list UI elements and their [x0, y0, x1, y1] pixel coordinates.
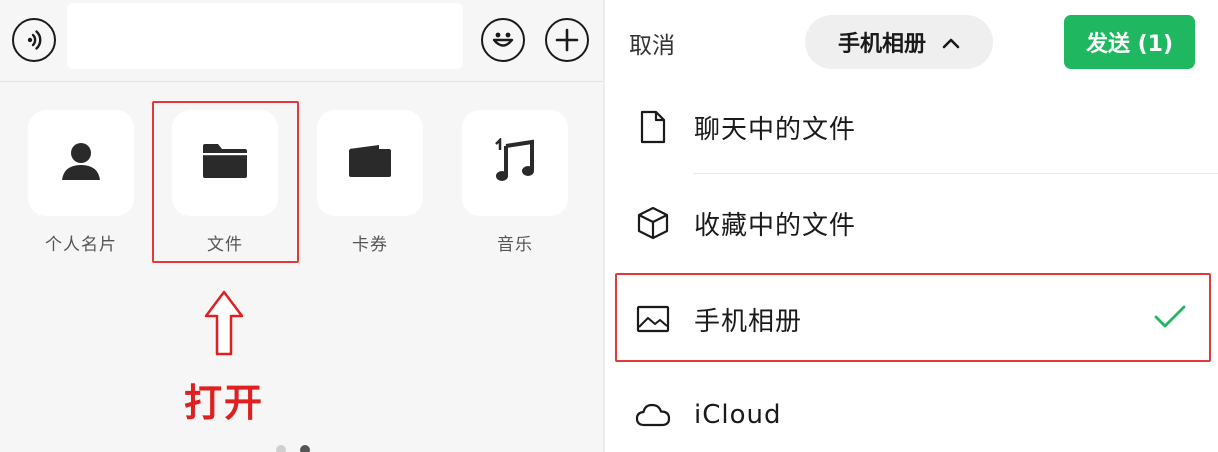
contact-card-label: 个人名片: [45, 235, 117, 255]
document-icon: [635, 109, 671, 145]
voice-button[interactable]: [12, 18, 56, 62]
page-dot[interactable]: [276, 445, 286, 452]
message-input[interactable]: [67, 3, 463, 69]
album-highlight-box: [615, 273, 1211, 362]
file-picker-panel: 取消 手机相册 发送 (1) 聊天中的文件 收藏中的文件 手机相册 iCloud: [605, 0, 1218, 452]
voice-icon: [21, 27, 47, 53]
cloud-icon: [635, 397, 671, 433]
option-icloud[interactable]: iCloud: [605, 370, 1218, 452]
row-divider: [694, 173, 1218, 174]
emoji-icon: [487, 24, 519, 56]
up-arrow-icon: [204, 290, 244, 360]
emoji-button[interactable]: [481, 18, 525, 62]
coupon-label: 卡券: [352, 235, 388, 255]
person-icon: [58, 138, 104, 188]
page-dot-active[interactable]: [300, 445, 310, 452]
plus-icon: [554, 27, 580, 53]
send-button[interactable]: 发送 (1): [1064, 15, 1195, 69]
music-label: 音乐: [497, 235, 533, 255]
chat-composer: [0, 0, 603, 82]
source-selector-label: 手机相册: [837, 32, 926, 57]
coupon-button[interactable]: [317, 110, 423, 216]
page-indicator: [276, 445, 310, 452]
option-label: 收藏中的文件: [694, 210, 857, 241]
option-chat-files[interactable]: 聊天中的文件: [605, 82, 1218, 172]
music-button[interactable]: [462, 110, 568, 216]
file-highlight-box: [152, 101, 299, 263]
cancel-button[interactable]: 取消: [629, 26, 675, 60]
contact-card-button[interactable]: [28, 110, 134, 216]
source-selector[interactable]: 手机相册: [805, 15, 993, 69]
open-annotation-label: 打开: [184, 381, 265, 425]
plus-button[interactable]: [545, 18, 589, 62]
chat-panel: 个人名片 文件 卡券 音乐 打开: [0, 0, 603, 452]
chevron-up-icon: [942, 30, 960, 55]
option-favorite-files[interactable]: 收藏中的文件: [605, 178, 1218, 268]
wallet-icon: [347, 141, 393, 185]
option-label: iCloud: [694, 400, 782, 430]
cube-icon: [635, 205, 671, 241]
music-icon: [492, 136, 538, 188]
option-label: 聊天中的文件: [694, 114, 857, 145]
